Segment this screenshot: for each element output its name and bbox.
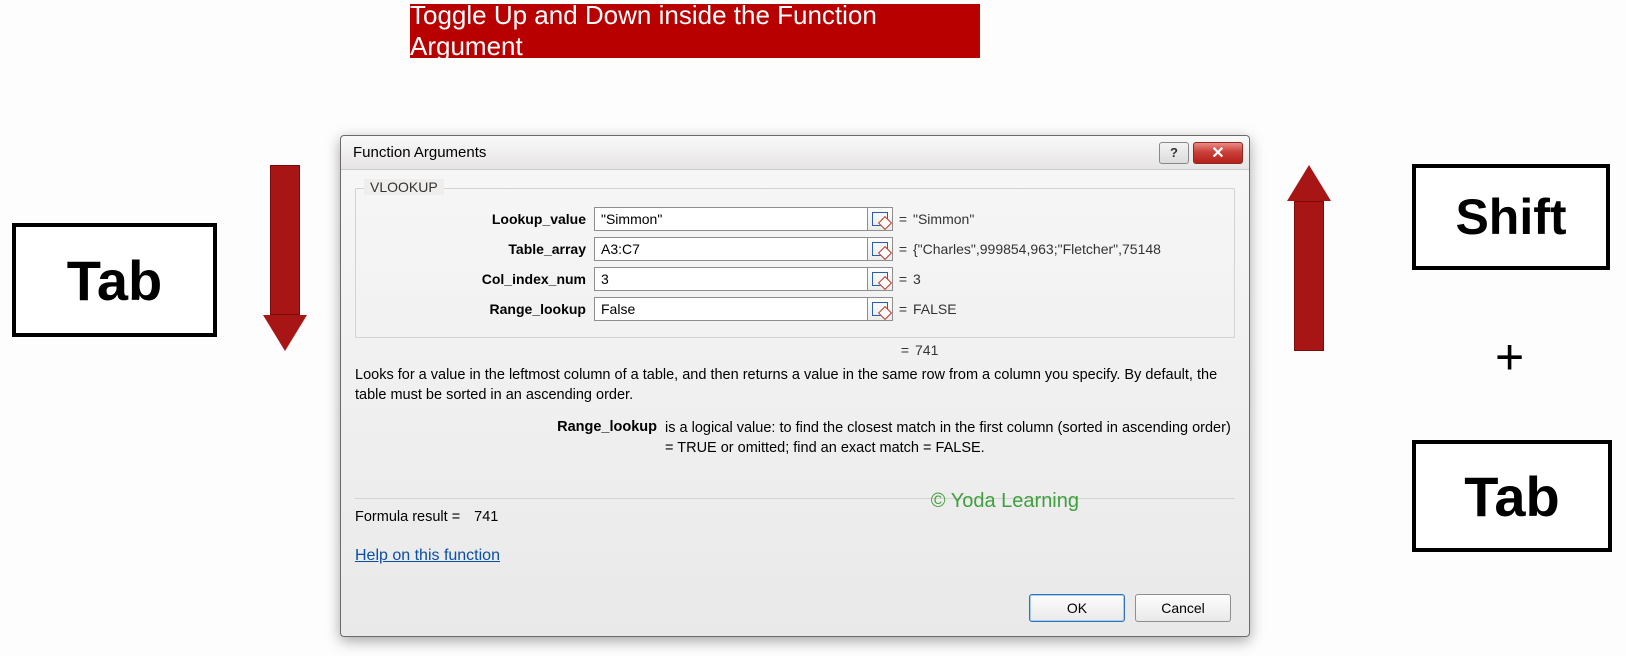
final-result: 741 xyxy=(915,342,1235,358)
watermark: © Yoda Learning xyxy=(931,490,1079,513)
formula-result-label: Formula result = xyxy=(355,509,460,525)
label-lookup-value: Lookup_value xyxy=(370,211,594,227)
help-on-function-link[interactable]: Help on this function xyxy=(355,547,500,565)
range-picker-icon xyxy=(872,272,888,286)
close-button[interactable]: ✕ xyxy=(1193,142,1243,164)
range-picker-icon xyxy=(872,242,888,256)
cancel-button[interactable]: Cancel xyxy=(1135,594,1231,622)
range-picker-button[interactable] xyxy=(867,237,893,261)
input-lookup-value[interactable] xyxy=(594,207,868,231)
range-picker-button[interactable] xyxy=(867,297,893,321)
key-tab-left: Tab xyxy=(12,223,217,337)
input-col-index[interactable] xyxy=(594,267,868,291)
divider xyxy=(355,498,1235,499)
key-shift: Shift xyxy=(1412,164,1610,270)
range-picker-button[interactable] xyxy=(867,207,893,231)
label-table-array: Table_array xyxy=(370,241,594,257)
vlookup-fieldset: VLOOKUP Lookup_value = "Simmon" Table_ar… xyxy=(355,188,1235,338)
function-arguments-dialog: Function Arguments ? ✕ VLOOKUP Lookup_va… xyxy=(340,135,1250,637)
argument-help: Range_lookup is a logical value: to find… xyxy=(355,419,1235,458)
titlebar: Function Arguments ? ✕ xyxy=(341,136,1249,170)
preview-range-lookup: FALSE xyxy=(913,301,1220,317)
arrow-up-icon xyxy=(1287,165,1331,351)
final-result-row: = 741 xyxy=(355,342,1235,358)
instruction-banner: Toggle Up and Down inside the Function A… xyxy=(410,4,980,58)
formula-result-value: 741 xyxy=(474,509,498,525)
preview-lookup-value: "Simmon" xyxy=(913,211,1220,227)
preview-col-index: 3 xyxy=(913,271,1220,287)
argument-help-desc: is a logical value: to find the closest … xyxy=(665,419,1235,458)
function-description: Looks for a value in the leftmost column… xyxy=(355,366,1235,405)
label-range-lookup: Range_lookup xyxy=(370,301,594,317)
field-row-col-index: Col_index_num = 3 xyxy=(370,267,1220,291)
range-picker-icon xyxy=(872,212,888,226)
range-picker-button[interactable] xyxy=(867,267,893,291)
dialog-title: Function Arguments xyxy=(353,144,486,161)
argument-help-name: Range_lookup xyxy=(355,419,665,458)
input-range-lookup[interactable] xyxy=(594,297,868,321)
preview-table-array: {"Charles",999854,963;"Fletcher",75148 xyxy=(913,241,1220,257)
plus-sign: + xyxy=(1495,328,1524,386)
arrow-down-icon xyxy=(263,165,307,351)
range-picker-icon xyxy=(872,302,888,316)
field-row-lookup-value: Lookup_value = "Simmon" xyxy=(370,207,1220,231)
field-row-table-array: Table_array = {"Charles",999854,963;"Fle… xyxy=(370,237,1220,261)
key-tab-right: Tab xyxy=(1412,440,1612,552)
input-table-array[interactable] xyxy=(594,237,868,261)
ok-button[interactable]: OK xyxy=(1029,594,1125,622)
function-name: VLOOKUP xyxy=(364,179,444,195)
field-row-range-lookup: Range_lookup = FALSE xyxy=(370,297,1220,321)
label-col-index: Col_index_num xyxy=(370,271,594,287)
help-button[interactable]: ? xyxy=(1159,142,1189,164)
